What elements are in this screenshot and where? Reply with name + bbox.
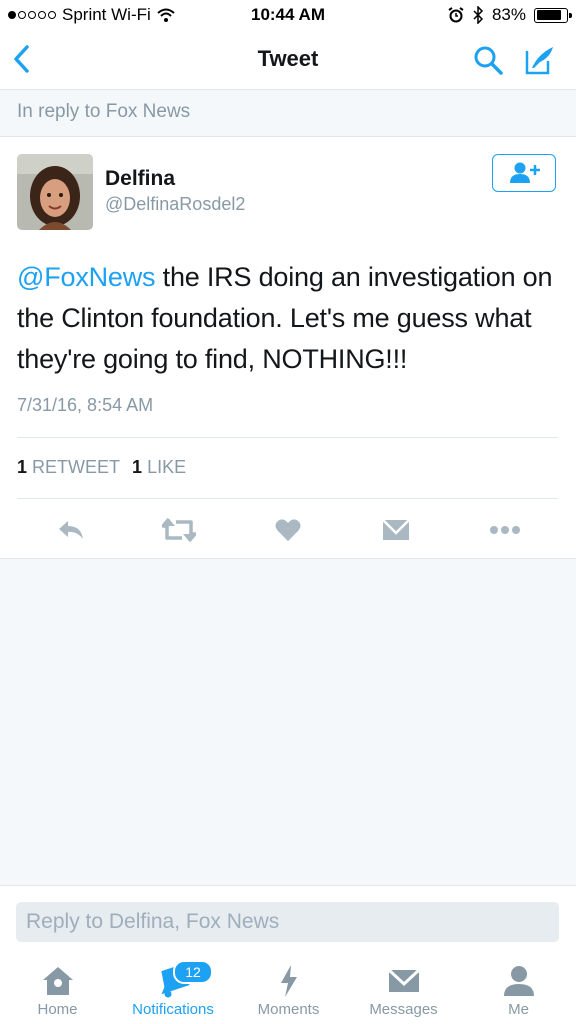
notification-count-badge: 12 xyxy=(173,960,213,984)
in-reply-to-banner[interactable]: In reply to Fox News xyxy=(0,90,576,137)
reply-button[interactable] xyxy=(54,515,88,545)
divider xyxy=(17,437,558,438)
tab-moments[interactable]: Moments xyxy=(231,952,346,1024)
follow-button[interactable] xyxy=(492,154,556,192)
author-handle[interactable]: @DelfinaRosdel2 xyxy=(105,194,245,215)
battery-icon xyxy=(534,7,572,23)
retweet-count: 1 xyxy=(17,457,28,477)
person-icon xyxy=(504,966,534,996)
author-name[interactable]: Delfina xyxy=(105,167,175,191)
like-stat[interactable]: 1 LIKE xyxy=(132,457,186,478)
search-icon xyxy=(474,46,503,75)
profile-photo xyxy=(17,154,93,230)
reply-icon xyxy=(59,521,83,539)
tab-label: Home xyxy=(37,1001,78,1018)
reply-composer xyxy=(0,885,576,953)
status-bar: Sprint Wi-Fi 10:44 AM 83% xyxy=(0,0,576,30)
like-label: LIKE xyxy=(147,457,187,477)
compose-button[interactable] xyxy=(524,44,556,76)
direct-message-button[interactable] xyxy=(379,515,413,545)
status-right: 83% xyxy=(448,5,572,25)
like-count: 1 xyxy=(132,457,143,477)
tab-notifications[interactable]: 12 Notifications xyxy=(115,952,231,1024)
retweet-button[interactable] xyxy=(162,515,196,545)
heart-icon xyxy=(275,519,301,541)
battery-percent: 83% xyxy=(491,5,526,24)
search-button[interactable] xyxy=(472,44,504,76)
like-button[interactable] xyxy=(271,515,305,545)
more-button[interactable] xyxy=(488,515,522,545)
tweet-actions xyxy=(0,502,576,558)
tweet-text: @FoxNews the IRS doing an investigation … xyxy=(17,257,567,380)
nav-bar: Tweet xyxy=(0,30,576,90)
envelope-icon xyxy=(382,519,410,540)
retweet-label: RETWEET xyxy=(32,457,121,477)
tweet-timestamp: 7/31/16, 8:54 AM xyxy=(17,395,154,415)
bluetooth-icon xyxy=(473,6,484,24)
tab-label: Notifications xyxy=(132,1001,214,1018)
tab-messages[interactable]: Messages xyxy=(346,952,461,1024)
divider xyxy=(17,498,558,499)
tweet-detail: Delfina @DelfinaRosdel2 @FoxNews the IRS… xyxy=(0,137,576,559)
avatar[interactable] xyxy=(17,154,93,230)
alarm-icon xyxy=(448,7,464,23)
tab-label: Messages xyxy=(369,1001,438,1018)
tab-label: Moments xyxy=(257,1001,320,1018)
more-dots-icon xyxy=(490,526,520,534)
home-icon xyxy=(43,967,73,995)
in-reply-to-text: In reply to Fox News xyxy=(17,101,191,122)
lightning-icon xyxy=(281,965,297,997)
mention-link[interactable]: @FoxNews xyxy=(17,262,156,292)
retweet-stat[interactable]: 1 RETWEET xyxy=(17,457,120,478)
reply-input[interactable] xyxy=(16,902,559,942)
tab-me[interactable]: Me xyxy=(461,952,576,1024)
tab-label: Me xyxy=(508,1001,529,1018)
tab-bar: Home 12 Notifications Moments Messages M… xyxy=(0,952,576,1024)
retweet-icon xyxy=(162,517,196,543)
tab-home[interactable]: Home xyxy=(0,952,115,1024)
envelope-icon xyxy=(387,968,421,992)
tweet-stats: 1 RETWEET 1 LIKE xyxy=(17,457,186,478)
compose-quill-icon xyxy=(525,47,553,75)
add-person-icon xyxy=(510,162,540,183)
